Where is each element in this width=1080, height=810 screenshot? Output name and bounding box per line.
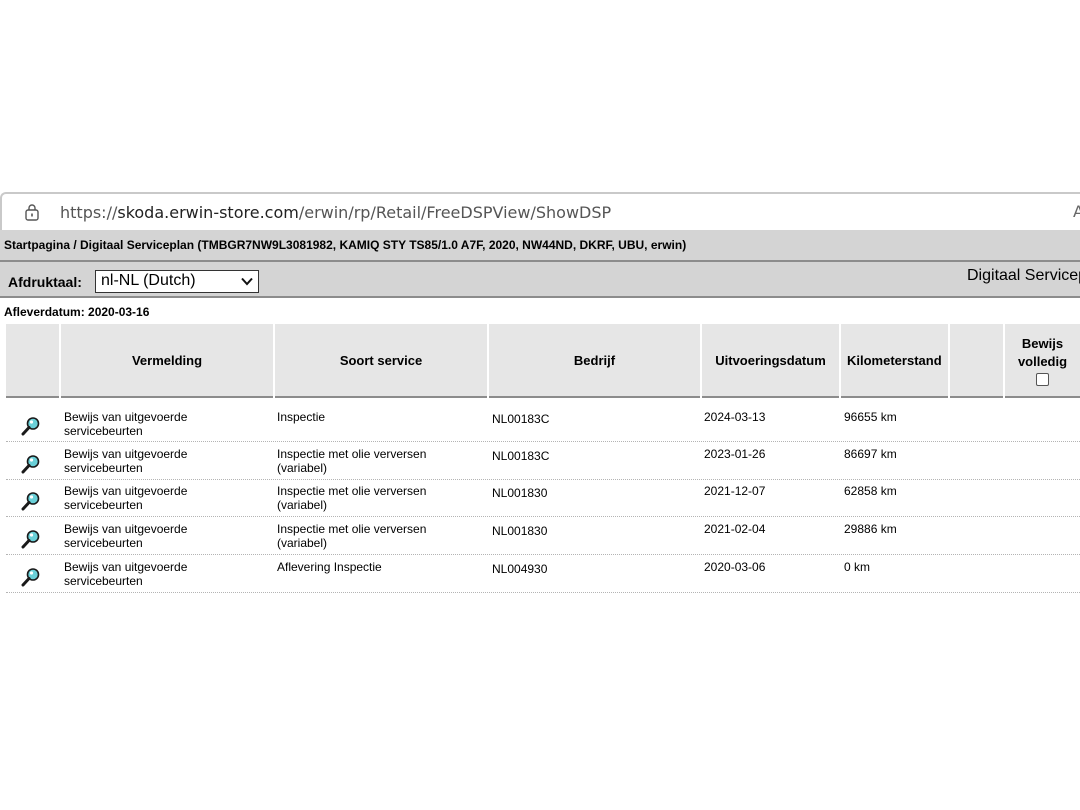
cell-vermelding-line1: Bewijs van uitgevoerde [64, 484, 188, 498]
cell-soort-line1: Inspectie [277, 410, 326, 424]
header-empty [950, 324, 1003, 398]
header-vermelding: Vermelding [61, 324, 273, 398]
url-text[interactable]: https://skoda.erwin-store.com/erwin/rp/R… [60, 203, 611, 222]
reader-mode-glyph[interactable]: A [1073, 202, 1080, 221]
document-title: Digitaal Servicep [967, 267, 1080, 284]
header-action [6, 324, 59, 398]
cell-vermelding-line2: servicebeurten [64, 461, 143, 475]
magnifier-icon[interactable] [21, 567, 41, 587]
language-select-value: nl-NL (Dutch) [101, 272, 196, 289]
cell-vermelding-line1: Bewijs van uitgevoerde [64, 447, 188, 461]
url-path: /erwin/rp/Retail/FreeDSPView/ShowDSP [298, 203, 612, 222]
magnifier-icon[interactable] [21, 529, 41, 549]
header-bewijs-volledig: Bewijs volledig [1005, 324, 1080, 398]
cell-vermelding-line2: servicebeurten [64, 536, 143, 550]
header-bedrijf: Bedrijf [489, 324, 700, 398]
cell-uitvoeringsdatum: 2021-02-04 [704, 522, 766, 536]
header-soort-service: Soort service [275, 324, 487, 398]
cell-kilometerstand: 29886 km [844, 522, 897, 536]
cell-bedrijf: NL00183C [492, 449, 550, 463]
cell-vermelding-line2: servicebeurten [64, 424, 143, 438]
cell-uitvoeringsdatum: 2023-01-26 [704, 447, 766, 461]
cell-bedrijf: NL001830 [492, 486, 548, 500]
magnifier-icon[interactable] [21, 416, 41, 436]
url-host: skoda.erwin-store.com [117, 203, 299, 222]
header-kilometerstand: Kilometerstand [841, 324, 948, 398]
url-scheme: https:// [60, 203, 118, 222]
cell-uitvoeringsdatum: 2021-12-07 [704, 484, 766, 498]
language-bar: Afdruktaal: nl-NL (Dutch) Digitaal Servi… [0, 262, 1080, 298]
cell-soort-line2: (variabel) [277, 498, 328, 512]
cell-vermelding-line1: Bewijs van uitgevoerde [64, 560, 188, 574]
cell-kilometerstand: 0 km [844, 560, 871, 574]
cell-kilometerstand: 86697 km [844, 447, 897, 461]
breadcrumb-bar: Startpagina / Digitaal Serviceplan (TMBG… [0, 230, 1080, 262]
cell-kilometerstand: 62858 km [844, 484, 897, 498]
cell-kilometerstand: 96655 km [844, 410, 897, 424]
chevron-down-icon [241, 277, 253, 286]
header-uitvoeringsdatum: Uitvoeringsdatum [702, 324, 839, 398]
cell-bedrijf: NL00183C [492, 412, 550, 426]
magnifier-icon[interactable] [21, 454, 41, 474]
cell-soort-line1: Inspectie met olie verversen [277, 484, 427, 498]
cell-soort-line1: Inspectie met olie verversen [277, 447, 427, 461]
table-row: Bewijs van uitgevoerde servicebeurten In… [6, 479, 1080, 517]
cell-vermelding-line1: Bewijs van uitgevoerde [64, 522, 188, 536]
language-label: Afdruktaal: [8, 274, 82, 290]
cell-bedrijf: NL004930 [492, 562, 548, 576]
header-bewijs-line1: Bewijs [1021, 335, 1064, 351]
header-bewijs-line2: volledig [1017, 353, 1068, 369]
table-row: Bewijs van uitgevoerde servicebeurten In… [6, 404, 1080, 442]
cell-soort-line2: (variabel) [277, 461, 328, 475]
table-row: Bewijs van uitgevoerde servicebeurten In… [6, 517, 1080, 555]
language-select[interactable]: nl-NL (Dutch) [95, 270, 259, 293]
cell-soort-line1: Aflevering Inspectie [277, 560, 382, 574]
cell-vermelding-line2: servicebeurten [64, 574, 143, 588]
cell-vermelding-line2: servicebeurten [64, 498, 143, 512]
table-row: Bewijs van uitgevoerde servicebeurten In… [6, 442, 1080, 480]
address-bar[interactable]: https://skoda.erwin-store.com/erwin/rp/R… [0, 192, 1080, 230]
cell-vermelding-line1: Bewijs van uitgevoerde [64, 410, 188, 424]
cell-uitvoeringsdatum: 2020-03-06 [704, 560, 766, 574]
delivery-date: Afleverdatum: 2020-03-16 [4, 305, 150, 319]
cell-soort-line1: Inspectie met olie verversen [277, 522, 427, 536]
table-row: Bewijs van uitgevoerde servicebeurten Af… [6, 555, 1080, 593]
cell-soort-line2: (variabel) [277, 536, 328, 550]
lock-icon[interactable] [24, 203, 40, 221]
magnifier-icon[interactable] [21, 491, 41, 511]
breadcrumb[interactable]: Startpagina / Digitaal Serviceplan (TMBG… [4, 238, 686, 252]
cell-uitvoeringsdatum: 2024-03-13 [704, 410, 766, 424]
cell-bedrijf: NL001830 [492, 524, 548, 538]
bewijs-volledig-checkbox[interactable] [1036, 372, 1049, 386]
